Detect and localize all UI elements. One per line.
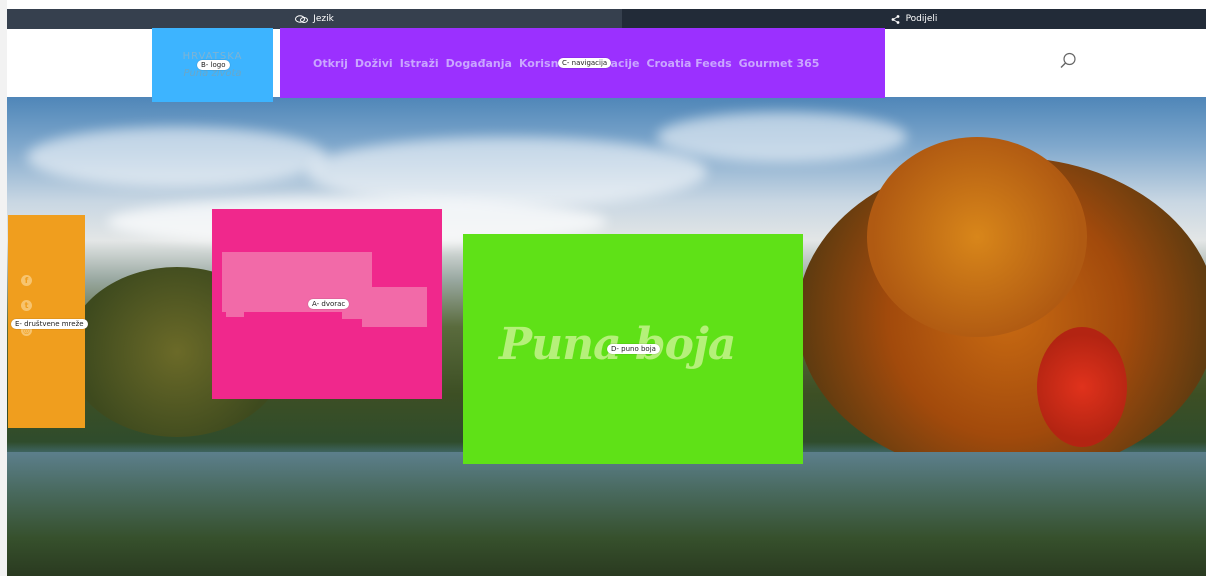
share-label: Podijeli [905, 14, 938, 24]
social-annotation: E- društvene mreže [11, 319, 88, 329]
nav-item-istrazi[interactable]: Istraži [400, 57, 439, 70]
search-icon[interactable] [1059, 52, 1077, 70]
language-label: Jezik [313, 14, 334, 24]
chat-icon [295, 14, 309, 23]
river-reflection [7, 452, 1206, 576]
slogan-annotation: D- puno boja [607, 344, 660, 354]
nav-item-gourmet-365[interactable]: Gourmet 365 [739, 57, 820, 70]
top-bar: Jezik Podijeli [7, 9, 1206, 29]
share-icon [891, 14, 899, 24]
castle-annotation: A- dvorac [308, 299, 350, 309]
nav-item-dogadanja[interactable]: Događanja [446, 57, 512, 70]
twitter-icon[interactable]: t [21, 300, 32, 311]
nav-item-dozivi[interactable]: Doživi [355, 57, 393, 70]
navigation-annotation: C- navigacija [558, 58, 612, 68]
nav-item-otkrij[interactable]: Otkrij [313, 57, 348, 70]
facebook-icon[interactable]: f [21, 275, 32, 286]
logo-annotation: B- logo [197, 60, 230, 70]
nav-item-croatia-feeds[interactable]: Croatia Feeds [646, 57, 731, 70]
language-button[interactable]: Jezik [7, 9, 622, 29]
page-frame [0, 0, 7, 576]
share-button[interactable]: Podijeli [622, 9, 1206, 29]
